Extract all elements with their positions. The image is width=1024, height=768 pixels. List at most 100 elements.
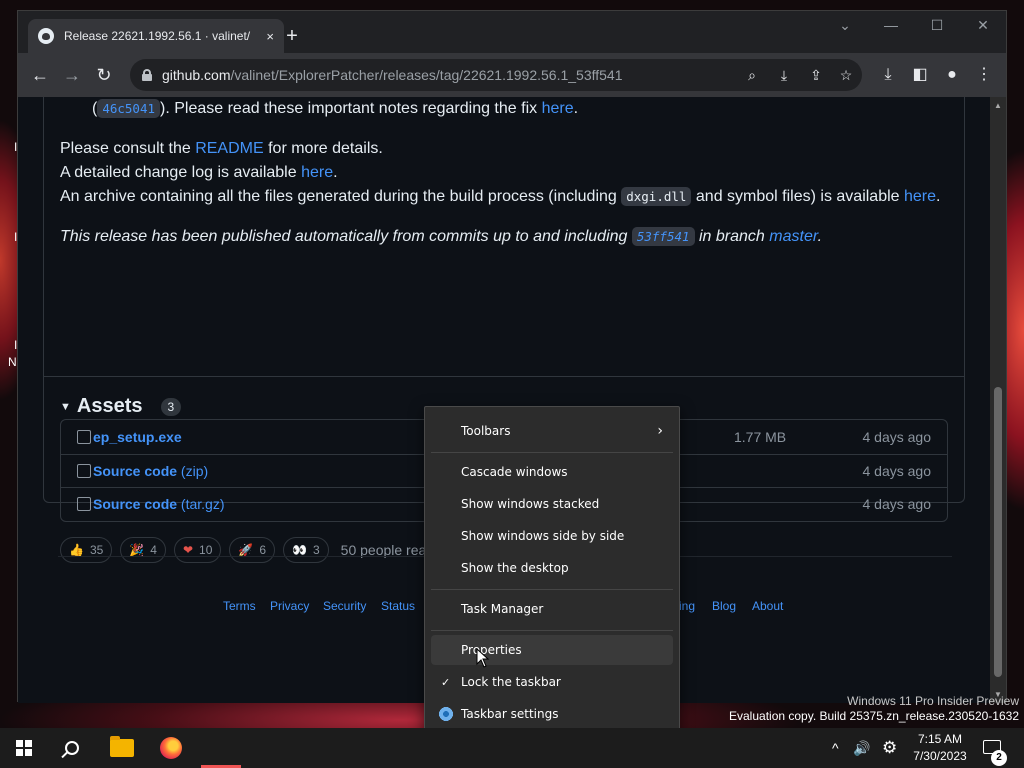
divider <box>44 376 964 377</box>
firefox-button[interactable] <box>147 728 195 768</box>
checkmark-icon: ✓ <box>441 675 451 689</box>
menu-separator <box>431 630 673 631</box>
asset-date: 4 days ago <box>862 462 932 479</box>
clock[interactable]: 7:15 AM 7/30/2023 <box>912 731 968 765</box>
file-zip-icon <box>77 463 91 478</box>
taskbar: ^ 🔊 ⚙ 7:15 AM 7/30/2023 2 <box>0 728 1024 768</box>
commit-link[interactable]: 46c5041 <box>97 99 161 118</box>
reload-button[interactable]: ↻ <box>88 59 120 91</box>
footer-link-privacy[interactable]: Privacy <box>270 599 309 613</box>
browser-toolbar: ← → ↻ github.com/valinet/ExplorerPatcher… <box>18 53 1006 97</box>
changelog-here-link[interactable]: here <box>301 164 333 181</box>
footer-link-about[interactable]: About <box>752 599 783 613</box>
menu-separator <box>431 452 673 453</box>
asset-link[interactable]: Source code (zip) <box>93 463 208 479</box>
back-button[interactable]: ← <box>24 59 56 91</box>
asset-date: 4 days ago <box>862 496 932 513</box>
browser-tab[interactable]: Release 22621.1992.56.1 · valinet/ × <box>28 19 284 53</box>
page-scrollbar[interactable]: ▲ ▼ <box>990 97 1006 703</box>
footer-link-status[interactable]: Status <box>381 599 415 613</box>
maximize-button[interactable]: ☐ <box>922 17 952 34</box>
footer-link-security[interactable]: Security <box>323 599 366 613</box>
reaction-rocket[interactable]: 🚀 6 <box>229 537 276 563</box>
search-page-icon[interactable]: ⌕ <box>742 65 762 85</box>
desktop-icon-label: N <box>8 355 17 369</box>
menu-item-task-manager[interactable]: Task Manager <box>431 594 673 624</box>
menu-item-properties[interactable]: Properties <box>431 635 673 665</box>
windows-logo-icon <box>16 740 32 756</box>
tab-title: Release 22621.1992.56.1 · valinet/ <box>64 29 251 43</box>
volume-icon[interactable]: 🔊 <box>853 728 870 768</box>
tab-search-icon[interactable]: ⌄ <box>830 17 860 34</box>
menu-item-cascade[interactable]: Cascade windows <box>431 457 673 487</box>
watermark-build: Evaluation copy. Build 25375.zn_release.… <box>729 709 1019 723</box>
menu-item-taskbar-settings[interactable]: Taskbar settings <box>431 699 673 729</box>
address-bar[interactable]: github.com/valinet/ExplorerPatcher/relea… <box>130 59 862 91</box>
clock-date: 7/30/2023 <box>913 749 967 763</box>
tab-close-icon[interactable]: × <box>266 29 274 44</box>
close-window-button[interactable]: ✕ <box>968 17 998 34</box>
share-icon[interactable]: ⇪ <box>806 65 826 85</box>
master-branch-link[interactable]: master <box>769 228 817 245</box>
file-zip-icon <box>77 497 91 512</box>
taskbar-context-menu: Toolbars › Cascade windows Show windows s… <box>424 406 680 739</box>
forward-button[interactable]: → <box>56 59 88 91</box>
downloads-icon[interactable]: ⤓ <box>874 59 902 91</box>
assets-title: Assets <box>76 395 143 417</box>
settings-tray-icon[interactable]: ⚙ <box>882 728 897 768</box>
changelog-line: A detailed change log is available here. <box>60 164 338 181</box>
archive-here-link[interactable]: here <box>904 188 936 205</box>
clock-time: 7:15 AM <box>917 732 963 746</box>
footer-link-terms[interactable]: Terms <box>223 599 256 613</box>
show-hidden-icons-chevron[interactable]: ^ <box>832 728 839 768</box>
reaction-tada[interactable]: 🎉 4 <box>120 537 166 563</box>
readme-link[interactable]: README <box>195 140 263 157</box>
reactions-bar: 👍 35 🎉 4 ❤ 10 🚀 6 👀 3 50 people reacte <box>60 537 445 563</box>
menu-item-toolbars[interactable]: Toolbars › <box>431 416 673 446</box>
reaction-thumbs-up[interactable]: 👍 35 <box>60 537 113 563</box>
firefox-icon <box>160 737 182 759</box>
commit-link[interactable]: 53ff541 <box>631 227 695 246</box>
footer-link-training[interactable]: ing <box>679 599 695 613</box>
triangle-down-icon: ▼ <box>60 400 71 413</box>
menu-item-show-desktop[interactable]: Show the desktop <box>431 553 673 583</box>
start-button[interactable] <box>0 728 48 768</box>
file-explorer-button[interactable] <box>98 728 146 768</box>
reaction-heart[interactable]: ❤ 10 <box>173 537 222 563</box>
menu-item-stacked[interactable]: Show windows stacked <box>431 489 673 519</box>
minimize-button[interactable]: — <box>876 17 906 33</box>
side-panel-icon[interactable]: ◧ <box>906 59 934 91</box>
reaction-eyes[interactable]: 👀 3 <box>283 537 329 563</box>
dxgi-code: dxgi.dll <box>621 187 692 206</box>
url-text[interactable]: github.com/valinet/ExplorerPatcher/relea… <box>162 67 623 83</box>
watermark-edition: Windows 11 Pro Insider Preview <box>847 694 1019 708</box>
github-icon <box>38 28 54 44</box>
assets-count-badge: 3 <box>160 397 182 416</box>
scroll-up-arrow[interactable]: ▲ <box>990 101 1006 110</box>
install-app-icon[interactable]: ⤓ <box>774 65 794 85</box>
assets-toggle[interactable]: ▼ Assets 3 <box>60 395 182 418</box>
fix-notes-line: (46c5041). Please read these important n… <box>92 99 579 118</box>
readme-line: Please consult the README for more detai… <box>60 140 383 157</box>
asset-link[interactable]: Source code (tar.gz) <box>93 496 225 512</box>
archive-line: An archive containing all the files gene… <box>60 187 941 206</box>
notification-count-badge: 2 <box>991 750 1007 766</box>
scroll-thumb[interactable] <box>994 387 1002 677</box>
package-icon <box>77 429 91 444</box>
new-tab-button[interactable]: + <box>280 25 304 48</box>
asset-size: 1.77 MB <box>734 428 787 445</box>
taskbar-search-button[interactable] <box>48 728 96 768</box>
search-icon <box>65 741 79 755</box>
settings-gear-icon <box>438 706 454 722</box>
menu-item-side-by-side[interactable]: Show windows side by side <box>431 521 673 551</box>
profile-icon[interactable]: ● <box>938 59 966 91</box>
notes-here-link[interactable]: here <box>542 100 574 117</box>
lock-icon[interactable] <box>142 69 152 81</box>
publish-note: This release has been published automati… <box>60 227 823 246</box>
menu-kebab-icon[interactable]: ⋮ <box>970 59 998 91</box>
menu-item-lock-taskbar[interactable]: ✓ Lock the taskbar <box>431 667 673 697</box>
footer-link-blog[interactable]: Blog <box>712 599 736 613</box>
bookmark-star-icon[interactable]: ☆ <box>836 65 856 85</box>
asset-date: 4 days ago <box>862 428 932 445</box>
asset-link[interactable]: ep_setup.exe <box>93 429 182 445</box>
